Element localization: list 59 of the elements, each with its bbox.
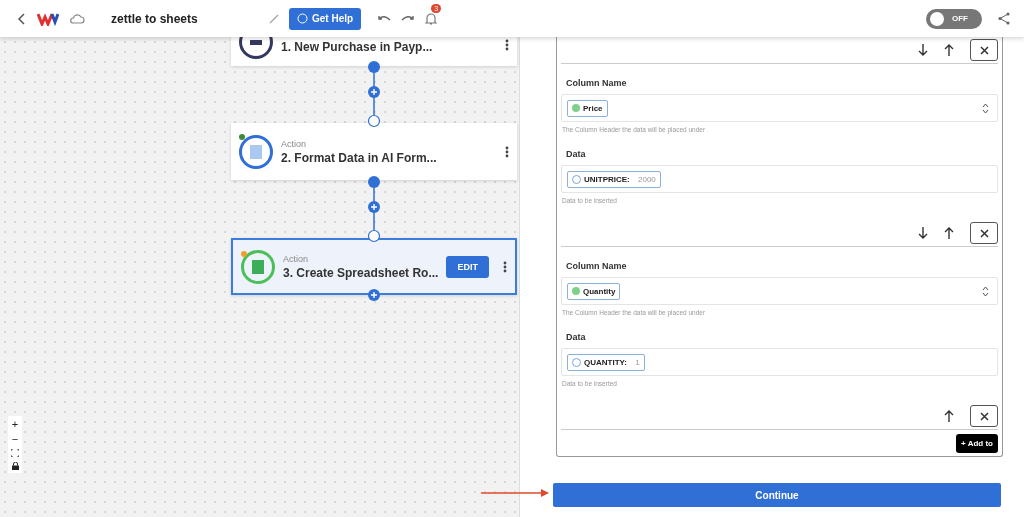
node-title: 3. Create Spreadsheet Ro...	[283, 264, 439, 281]
connector-drawing	[367, 176, 381, 243]
edit-button[interactable]: EDIT	[446, 255, 489, 278]
app-icon	[241, 249, 275, 284]
fit-view-icon[interactable]	[11, 449, 19, 457]
workflow-node[interactable]: Action 3. Create Spreadsheet Ro... EDIT	[231, 238, 517, 295]
close-icon	[979, 228, 989, 238]
node-title: 1. New Purchase in Payp...	[281, 39, 434, 55]
more-icon[interactable]	[505, 145, 509, 158]
help-button[interactable]: Get Help	[289, 7, 362, 30]
more-icon[interactable]	[505, 39, 509, 51]
move-down-icon[interactable]	[918, 227, 928, 239]
node-title: 2. Format Data in AI Form...	[281, 149, 438, 166]
cloud-icon	[69, 13, 85, 24]
field-label: Column Name	[566, 261, 628, 271]
zoom-button[interactable]: +	[11, 419, 19, 429]
column-chip: Quantity	[567, 282, 621, 300]
data-chip: QUANTITY: 1	[567, 353, 645, 371]
logo-icon[interactable]	[37, 11, 59, 26]
pointer-arrow	[481, 489, 549, 497]
bell-icon[interactable]	[425, 11, 438, 26]
remove-button[interactable]	[970, 222, 998, 244]
move-up-icon[interactable]	[944, 410, 954, 422]
field-label: Data	[566, 332, 587, 342]
zoom-button[interactable]: −	[11, 434, 19, 444]
help-icon	[297, 13, 308, 24]
chevron-icon	[982, 285, 989, 297]
remove-button[interactable]	[970, 405, 998, 427]
move-up-icon[interactable]	[944, 227, 954, 239]
move-up-icon[interactable]	[944, 44, 954, 56]
share-icon[interactable]	[998, 12, 1010, 25]
workflow-title: zettle to sheets	[111, 11, 199, 26]
column-select[interactable]: Price	[561, 94, 998, 122]
column-chip: Price	[567, 99, 608, 117]
close-icon	[979, 45, 989, 55]
close-icon	[979, 411, 989, 421]
workflow-node[interactable]: Action 2. Format Data in AI Form...	[231, 123, 517, 180]
connector-drawing	[367, 61, 381, 128]
field-label: Data	[566, 149, 587, 159]
data-field[interactable]: UNITPRICE: 2000	[561, 165, 998, 193]
add-button[interactable]: + Add to	[956, 433, 998, 453]
more-icon[interactable]	[503, 260, 507, 273]
node-type: Action	[281, 137, 307, 150]
data-chip: UNITPRICE: 2000	[567, 170, 661, 188]
add-step-button[interactable]	[368, 86, 380, 98]
toggle-switch[interactable]: OFF	[926, 8, 982, 29]
field-label: Column Name	[566, 78, 628, 88]
continue-button[interactable]: Continue	[553, 483, 1001, 507]
node-type: Action	[283, 252, 309, 265]
add-step-button[interactable]	[368, 201, 380, 213]
chevron-icon	[982, 102, 989, 114]
data-field[interactable]: QUANTITY: 1	[561, 348, 998, 376]
back-icon[interactable]	[17, 12, 27, 25]
app-icon	[239, 134, 273, 169]
move-down-icon[interactable]	[918, 44, 928, 56]
lock-icon[interactable]	[11, 462, 19, 470]
remove-button[interactable]	[970, 39, 998, 61]
column-select[interactable]: Quantity	[561, 277, 998, 305]
workflow-node[interactable]: 1. New Purchase in Payp...	[231, 37, 517, 66]
